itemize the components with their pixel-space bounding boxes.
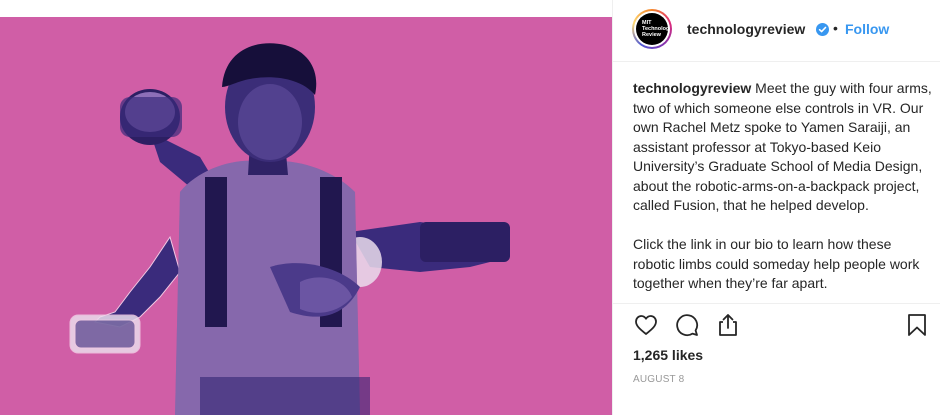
heart-icon[interactable] [634, 313, 658, 337]
photo-top-margin [0, 0, 612, 17]
post-caption: technologyreview Meet the guy with four … [633, 79, 933, 303]
photo-illustration [0, 17, 612, 415]
caption-paragraph-1: technologyreview Meet the guy with four … [633, 79, 933, 216]
avatar[interactable]: MIT Technology Review [632, 9, 672, 49]
caption-paragraph-2: Click the link in our bio to learn how t… [633, 236, 920, 291]
follow-button[interactable]: Follow [845, 21, 889, 37]
comment-icon[interactable] [675, 313, 699, 337]
caption-text-1: Meet the guy with four arms, two of whic… [633, 80, 932, 213]
actions-divider [613, 303, 940, 304]
separator-dot: • [833, 20, 838, 36]
verified-badge-icon [816, 23, 829, 36]
likes-count[interactable]: 1,265 likes [633, 347, 703, 363]
post-photo[interactable] [0, 17, 612, 415]
share-icon[interactable] [716, 313, 740, 337]
avatar-border: MIT Technology Review [634, 11, 670, 47]
username-link[interactable]: technologyreview [687, 21, 805, 37]
avatar-image: MIT Technology Review [636, 13, 668, 45]
post-sidebar: MIT Technology Review technologyreview •… [612, 0, 940, 415]
avatar-logo-text: MIT Technology Review [642, 20, 668, 38]
bookmark-icon[interactable] [905, 313, 929, 337]
caption-username-link[interactable]: technologyreview [633, 80, 751, 96]
post-date[interactable]: AUGUST 8 [633, 374, 684, 385]
post-header: MIT Technology Review technologyreview •… [613, 0, 940, 62]
